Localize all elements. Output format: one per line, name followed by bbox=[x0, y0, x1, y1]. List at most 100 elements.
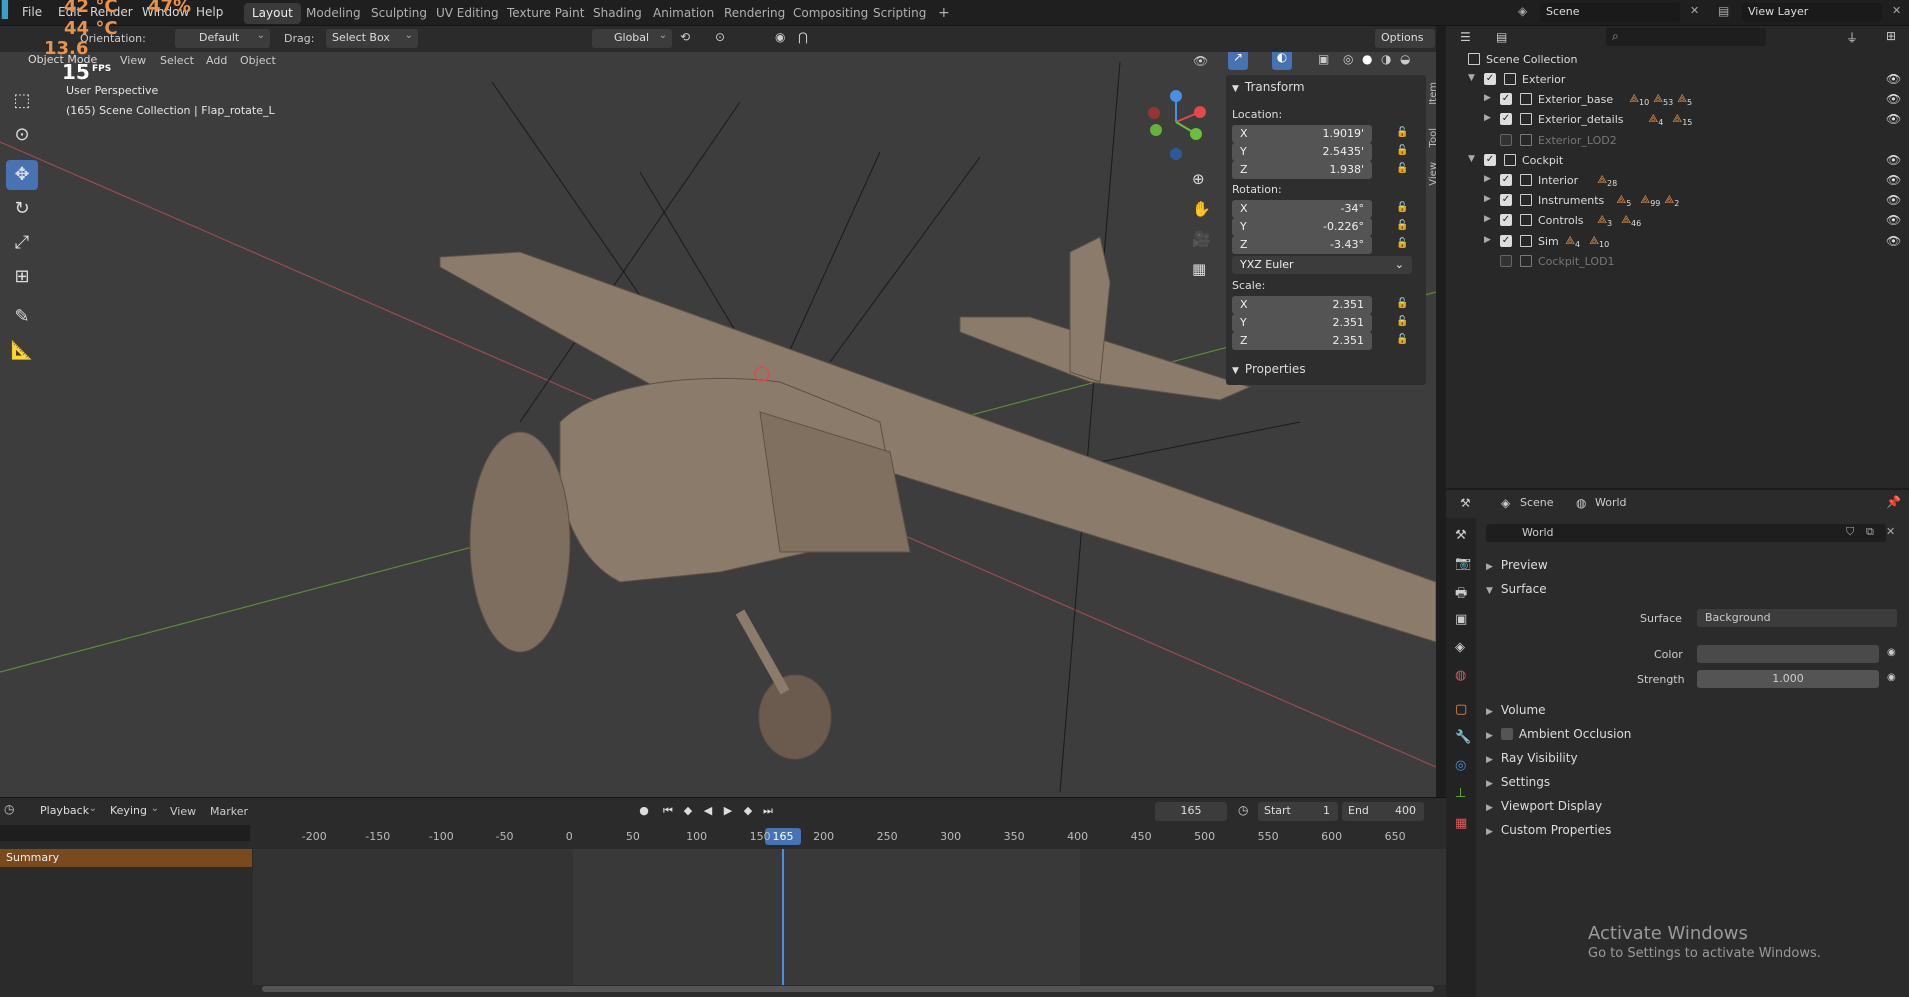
tool-tab-icon[interactable]: ⚒ bbox=[1455, 528, 1467, 543]
timeline-keyframe-area[interactable] bbox=[253, 849, 1446, 985]
exclude-checkbox[interactable]: ✓ bbox=[1484, 73, 1496, 85]
record-icon[interactable]: ● bbox=[636, 804, 652, 820]
menu-select[interactable]: Select bbox=[160, 54, 194, 67]
filter-icon[interactable]: ⏚ bbox=[1846, 29, 1858, 46]
color-socket-icon[interactable]: ◉ bbox=[1887, 647, 1896, 658]
orientation-dropdown[interactable]: Default ⌄ bbox=[175, 29, 270, 48]
exclude-checkbox[interactable]: ✓ bbox=[1500, 234, 1512, 247]
exclude-checkbox[interactable]: ✓ bbox=[1500, 194, 1512, 207]
timeline-editor-type-icon[interactable]: ◷ bbox=[4, 802, 14, 816]
scale-y-field[interactable]: Y 2.351 bbox=[1232, 314, 1372, 332]
expand-arrow-down-icon[interactable]: ▼ bbox=[1468, 154, 1475, 164]
rotation-x-field[interactable]: X -34° bbox=[1232, 200, 1372, 218]
lock-icon[interactable]: 🔓 bbox=[1396, 163, 1408, 174]
menu-add[interactable]: Add bbox=[206, 54, 227, 67]
start-frame-field[interactable]: Start 1 bbox=[1258, 802, 1338, 821]
playhead-line[interactable] bbox=[782, 849, 784, 985]
workspace-tab-shading[interactable]: Shading bbox=[585, 3, 650, 24]
add-workspace-icon[interactable]: + bbox=[930, 2, 958, 23]
exclude-checkbox[interactable]: ✓ bbox=[1500, 113, 1512, 126]
section-settings[interactable]: ▶ Settings bbox=[1486, 775, 1550, 789]
visibility-eye-icon[interactable]: 👁 bbox=[1886, 112, 1901, 126]
section-preview[interactable]: ▶ Preview bbox=[1486, 558, 1548, 572]
workspace-tab-layout[interactable]: Layout bbox=[244, 3, 301, 24]
camera-icon[interactable]: 🎥 bbox=[1192, 230, 1211, 248]
object-tab-icon[interactable]: ▢ bbox=[1455, 702, 1467, 717]
timeline-view-menu[interactable]: View bbox=[170, 805, 196, 818]
strength-field[interactable]: 1.000 bbox=[1697, 670, 1879, 688]
view-layer-icon[interactable]: ▤ bbox=[1718, 4, 1729, 18]
section-custom-properties[interactable]: ▶ Custom Properties bbox=[1486, 823, 1611, 837]
menu-file[interactable]: File bbox=[22, 5, 42, 19]
material-shading-icon[interactable]: ◑ bbox=[1381, 52, 1391, 66]
object-count-badge[interactable]: ⟁4 bbox=[1565, 234, 1580, 249]
visibility-eye-icon[interactable]: 👁 bbox=[1886, 92, 1901, 106]
select-box-tool-icon[interactable]: ⬚ bbox=[6, 86, 38, 116]
timeline-search-input[interactable] bbox=[0, 825, 250, 841]
tab-view[interactable]: View bbox=[1428, 162, 1442, 186]
menu-object[interactable]: Object bbox=[240, 54, 276, 67]
workspace-tab-scripting[interactable]: Scripting bbox=[865, 3, 934, 24]
timeline-scrollbar[interactable] bbox=[262, 986, 1434, 992]
object-count-badge[interactable]: ⟁3 bbox=[1597, 213, 1612, 228]
render-tab-icon[interactable]: 📷 bbox=[1455, 556, 1471, 571]
falloff-icon[interactable]: ⋂ bbox=[798, 30, 808, 44]
current-frame-field[interactable]: 165 bbox=[1155, 802, 1227, 821]
workspace-tab-texture-paint[interactable]: Texture Paint bbox=[499, 3, 592, 24]
rotation-z-field[interactable]: Z -3.43° bbox=[1232, 236, 1372, 254]
location-x-field[interactable]: X 1.9019' bbox=[1232, 125, 1372, 143]
next-keyframe-icon[interactable]: ◆ bbox=[740, 804, 756, 820]
prev-keyframe-icon[interactable]: ◆ bbox=[680, 804, 696, 820]
scene-close-icon[interactable]: ✕ bbox=[1690, 4, 1699, 17]
pin-icon[interactable]: 📌 bbox=[1886, 495, 1901, 509]
outliner-row[interactable]: ▶ ✓ Controls ⟁3 ⟁46 👁 bbox=[1446, 211, 1909, 231]
visibility-eye-icon[interactable]: 👁 bbox=[1886, 234, 1901, 248]
move-tool-icon[interactable]: ✥ bbox=[6, 160, 38, 190]
gizmo-toggle-icon[interactable]: ↗ bbox=[1228, 52, 1248, 70]
object-count-badge[interactable]: ⟁2 bbox=[1664, 193, 1679, 208]
unlink-icon[interactable]: ✕ bbox=[1886, 525, 1895, 538]
transform-orientation-dropdown[interactable]: Global ⌄ bbox=[592, 29, 672, 48]
strength-socket-icon[interactable]: ◉ bbox=[1887, 672, 1896, 683]
constraints-tab-icon[interactable]: ⊥ bbox=[1455, 786, 1466, 801]
lock-icon[interactable]: 🔓 bbox=[1396, 298, 1408, 309]
workspace-tab-uv-editing[interactable]: UV Editing bbox=[428, 3, 507, 24]
ambient-occlusion-checkbox[interactable] bbox=[1500, 728, 1513, 740]
exclude-checkbox[interactable]: ✓ bbox=[1500, 214, 1512, 227]
jump-start-icon[interactable]: ⏮ bbox=[660, 804, 676, 820]
outliner-row[interactable]: ▶ ✓ Instruments ⟁5 ⟁99 ⟁2 👁 bbox=[1446, 191, 1909, 211]
tab-item[interactable]: Item bbox=[1428, 82, 1442, 105]
section-surface[interactable]: ▼ Surface bbox=[1486, 582, 1547, 596]
scene-selector[interactable]: Scene bbox=[1540, 3, 1680, 22]
lock-icon[interactable]: 🔓 bbox=[1396, 202, 1408, 213]
object-count-badge[interactable]: ⟁53 bbox=[1653, 92, 1673, 107]
options-dropdown[interactable]: Options bbox=[1375, 29, 1435, 48]
outliner-row[interactable]: ▶ ✓ Exterior_base ⟁10 ⟁53 ⟁5 👁 bbox=[1446, 90, 1909, 110]
exclude-checkbox[interactable] bbox=[1500, 254, 1512, 267]
menu-render[interactable]: Render bbox=[90, 5, 133, 19]
fake-user-icon[interactable]: ⛉ bbox=[1846, 525, 1854, 539]
solid-shading-icon[interactable]: ● bbox=[1362, 52, 1372, 66]
jump-end-icon[interactable]: ⏭ bbox=[760, 804, 776, 820]
properties-panel-title[interactable]: ▼ Properties bbox=[1232, 362, 1306, 376]
tab-tool[interactable]: Tool bbox=[1428, 128, 1442, 147]
workspace-tab-rendering[interactable]: Rendering bbox=[716, 3, 793, 24]
3d-viewport[interactable]: Object Mode View Select Add Object User … bbox=[0, 52, 1436, 797]
timeline-marker-menu[interactable]: Marker bbox=[210, 805, 248, 818]
expand-arrow-right-icon[interactable]: ▶ bbox=[1484, 93, 1491, 103]
outliner-row[interactable]: ▶ ✓ Interior ⟁28 👁 bbox=[1446, 171, 1909, 191]
transform-panel-title[interactable]: ▼ Transform bbox=[1232, 80, 1305, 94]
duplicate-icon[interactable]: ⧉ bbox=[1866, 525, 1874, 539]
drag-dropdown[interactable]: Select Box ⌄ bbox=[326, 29, 418, 48]
breadcrumb-world[interactable]: World bbox=[1595, 496, 1627, 509]
location-z-field[interactable]: Z 1.938' bbox=[1232, 161, 1372, 179]
visibility-eye-icon[interactable]: 👁 bbox=[1886, 213, 1901, 227]
world-datablock-field[interactable]: World bbox=[1486, 524, 1886, 542]
output-tab-icon[interactable]: 🖶 bbox=[1455, 584, 1467, 606]
annotate-tool-icon[interactable]: ✎ bbox=[6, 302, 38, 332]
outliner-row[interactable]: ▶ ✓ Exterior_details ⟁4 ⟁15 👁 bbox=[1446, 110, 1909, 130]
navigation-gizmo[interactable] bbox=[1138, 82, 1208, 162]
lock-icon[interactable]: 🔓 bbox=[1396, 145, 1408, 156]
object-count-badge[interactable]: ⟁4 bbox=[1648, 112, 1663, 127]
zoom-icon[interactable]: ⊕ bbox=[1192, 170, 1205, 188]
